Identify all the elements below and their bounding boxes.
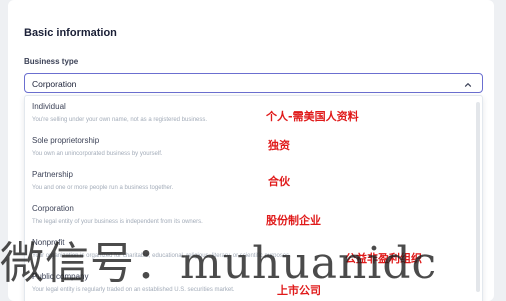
select-value: Corporation (32, 79, 77, 89)
business-type-label: Business type (24, 57, 79, 66)
option-description: Your legal entity is regularly traded on… (32, 287, 235, 293)
annotation-nonprofit: 公益非盈利组织 (345, 252, 422, 265)
option-title: Sole proprietorship (32, 136, 100, 145)
option-corporation[interactable]: Corporation The legal entity of your bus… (25, 201, 470, 235)
option-description: You own an unincorporated business by yo… (32, 151, 163, 157)
option-public-company[interactable]: Public company Your legal entity is regu… (25, 269, 470, 301)
annotation-individual: 个人-需美国人资料 (266, 110, 359, 123)
option-title: Corporation (32, 204, 74, 213)
annotation-corporation: 股份制企业 (266, 214, 321, 227)
section-title: Basic information (24, 27, 117, 39)
business-type-dropdown: Individual You're selling under your own… (24, 95, 483, 301)
option-title: Individual (32, 102, 66, 111)
option-title: Public company (32, 272, 89, 281)
option-description: You're selling under your own name, not … (32, 117, 208, 123)
option-description: You and one or more people run a busines… (32, 185, 174, 191)
option-description: The legal entity of your business is ind… (32, 219, 203, 225)
annotation-sole-proprietorship: 独资 (268, 139, 290, 152)
option-title: Partnership (32, 170, 73, 179)
annotation-partnership: 合伙 (268, 175, 290, 188)
business-type-select[interactable]: Corporation (24, 73, 483, 93)
option-sole-proprietorship[interactable]: Sole proprietorship You own an unincorpo… (25, 133, 470, 167)
annotation-public-company: 上市公司 (277, 284, 321, 297)
option-title: Nonprofit (32, 238, 65, 247)
option-partnership[interactable]: Partnership You and one or more people r… (25, 167, 470, 201)
chevron-up-icon[interactable] (463, 77, 473, 87)
dropdown-scrollbar[interactable] (476, 102, 480, 292)
option-individual[interactable]: Individual You're selling under your own… (25, 99, 470, 133)
option-description: Your organization is organized for chari… (32, 253, 291, 259)
